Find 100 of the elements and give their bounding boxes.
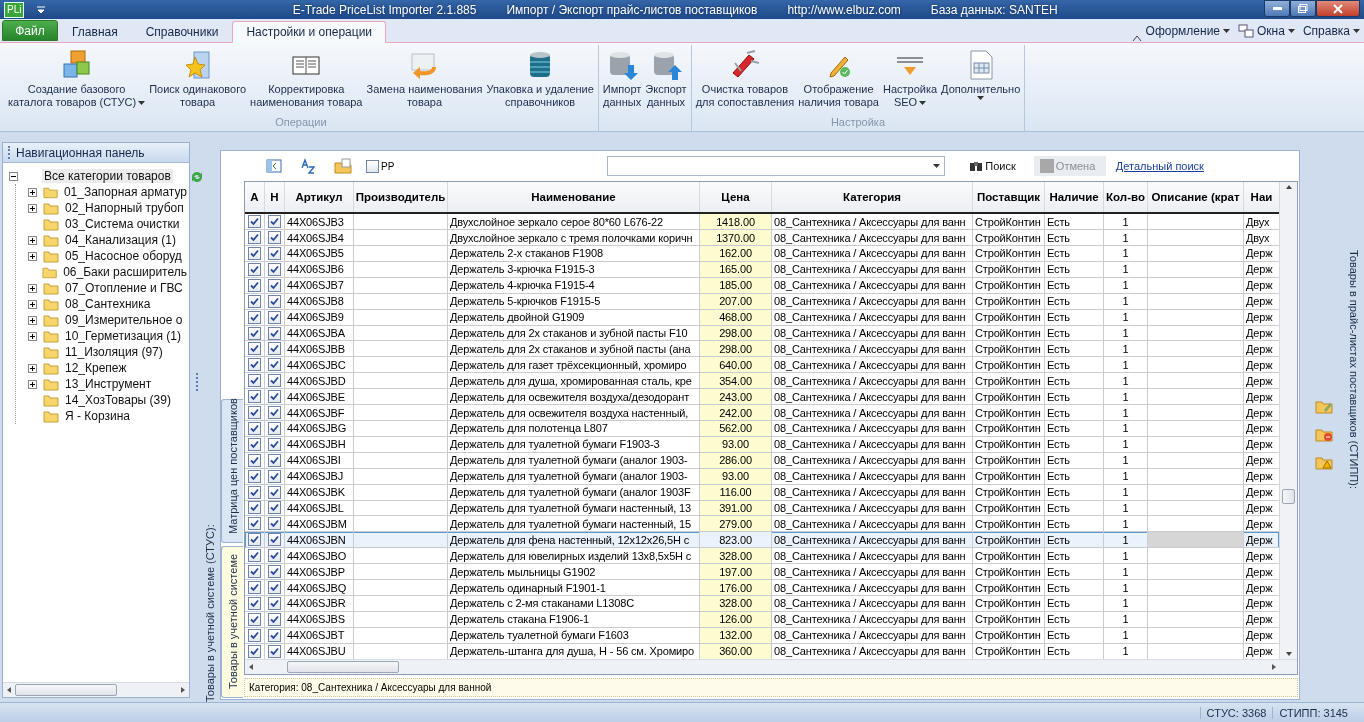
checkbox[interactable]	[248, 421, 261, 435]
minimize-button[interactable]	[1264, 0, 1290, 17]
column-header[interactable]: Наименование	[531, 191, 616, 204]
checkbox[interactable]	[248, 215, 261, 229]
tree-item[interactable]: 12_Крепеж	[63, 361, 129, 375]
table-row[interactable]: 44X06SJB5 Держатель 2-х стаканов F1908 162.00 08_Сантехника / Аксессуары для ванн СтройКонтин Есть 1 Держ	[245, 246, 1279, 262]
vertical-scrollbar[interactable]	[1279, 182, 1297, 660]
checkbox[interactable]	[248, 437, 261, 451]
table-row[interactable]: 44X06SJBO Держатель для ювелирных изделий 13х8,5х5Н с 328.00 08_Сантехника / Аксессуары для ванн СтройКонтин Есть 1 Держ	[245, 548, 1279, 565]
checkbox[interactable]	[268, 453, 281, 467]
horizontal-scrollbar[interactable]	[245, 659, 1297, 675]
menu-button[interactable]: Окна	[1234, 21, 1299, 41]
checkbox[interactable]	[248, 342, 261, 356]
ribbon-button[interactable]: Настройка SEO	[880, 45, 940, 116]
ribbon-button[interactable]: Отображение наличия товара	[796, 45, 881, 116]
ribbon-tab[interactable]: Справочники	[131, 21, 233, 43]
column-header[interactable]: Категория	[842, 191, 902, 204]
checkbox[interactable]	[248, 549, 261, 563]
tree-item[interactable]: 09_Измерительное о	[63, 313, 185, 327]
checkbox[interactable]	[248, 358, 261, 372]
checkbox[interactable]	[248, 453, 261, 467]
expand-icon[interactable]	[28, 331, 37, 341]
view-tab[interactable]: Товары в учетной системе	[221, 546, 243, 698]
checkbox[interactable]	[268, 406, 281, 420]
table-row[interactable]: 44X06SJBF Держатель для освежителя воздуха настенный, 242.00 08_Сантехника / Аксессуары для ванн СтройКонтин Есть 1 Держ	[245, 405, 1279, 421]
horizontal-scrollbar[interactable]	[3, 682, 189, 697]
column-header[interactable]: Н	[270, 191, 279, 204]
detailed-search-link[interactable]: Детальный поиск	[1115, 160, 1204, 173]
view-tab[interactable]: Матрица цен поставщиков	[221, 399, 243, 543]
expand-icon[interactable]	[28, 363, 37, 373]
checkbox[interactable]	[248, 612, 261, 626]
collapse-icon[interactable]	[9, 171, 18, 181]
checkbox[interactable]	[248, 278, 261, 292]
splitter-grip-icon[interactable]	[195, 372, 199, 394]
checkbox[interactable]	[268, 215, 281, 229]
checkbox[interactable]	[268, 565, 281, 579]
folder-delete-icon[interactable]	[1315, 426, 1333, 442]
table-row[interactable]: 44X06SJBN Держатель для фена настенный, 12х12х26,5Н с 823.00 08_Сантехника / Аксессуары для ванн СтройКонтин Есть 1 Держ	[245, 532, 1279, 549]
checkbox[interactable]	[268, 501, 281, 515]
checkbox[interactable]	[268, 262, 281, 276]
checkbox[interactable]	[248, 247, 261, 260]
scrollbar-thumb[interactable]	[15, 684, 117, 696]
tree-item[interactable]: 06_Баки расширитель	[61, 265, 189, 279]
expand-icon[interactable]	[28, 187, 37, 197]
checkbox[interactable]	[248, 485, 261, 499]
tree-item[interactable]: 14_ХозТовары (39)	[63, 393, 173, 407]
column-header[interactable]: Кол-во	[1106, 191, 1145, 204]
scrollbar-thumb[interactable]	[1282, 489, 1295, 505]
column-header[interactable]: Цена	[721, 191, 750, 204]
checkbox[interactable]	[248, 390, 261, 404]
checkbox[interactable]	[248, 533, 261, 547]
ribbon-button[interactable]: Дополнительно	[939, 45, 1023, 116]
ribbon-button[interactable]: Замена наименования товара	[364, 45, 485, 116]
checkbox[interactable]	[268, 294, 281, 308]
tree-item[interactable]: 10_Герметизация (1)	[63, 329, 184, 343]
ribbon-button[interactable]: Корректировка наименования товара	[248, 45, 365, 116]
tree-item[interactable]: 11_Изоляция (97)	[63, 345, 165, 359]
expand-icon[interactable]	[28, 235, 37, 245]
tree-item[interactable]: 01_Запорная арматур	[61, 185, 189, 199]
tree-item[interactable]: 03_Система очистки	[63, 217, 182, 231]
menu-button[interactable]: Оформление	[1141, 21, 1235, 41]
checkbox[interactable]	[268, 469, 281, 483]
expand-icon[interactable]	[28, 251, 37, 261]
checkbox[interactable]	[268, 247, 281, 260]
tree-item[interactable]: Я - Корзина	[63, 409, 133, 423]
table-row[interactable]: 44X06SJB4 Двухслойное зеркало с тремя полочками коричн 1370.00 08_Сантехника / Аксессуары для ванн СтройКонтин Есть 1 Двух	[245, 230, 1279, 247]
ribbon-button[interactable]: Экспорт данных	[643, 45, 689, 116]
checkbox[interactable]	[248, 262, 261, 276]
table-row[interactable]: 44X06SJBP Держатель мыльницы G1902 197.00 08_Сантехника / Аксессуары для ванн СтройКонтин Есть 1 Держ	[245, 564, 1279, 581]
checkbox[interactable]	[268, 581, 281, 594]
ribbon-button[interactable]: Создание базового каталога товаров (СТУС)	[6, 45, 148, 116]
checkbox[interactable]	[268, 326, 281, 340]
checkbox[interactable]	[366, 159, 379, 173]
column-header[interactable]: Наличие	[1049, 191, 1099, 204]
tree-item[interactable]: 07_Отопление и ГВС	[63, 281, 185, 295]
checkbox[interactable]	[248, 469, 261, 483]
folder-warning-icon[interactable]	[1315, 454, 1333, 470]
checkbox[interactable]	[268, 231, 281, 245]
checkbox[interactable]	[248, 294, 261, 308]
expand-icon[interactable]	[28, 379, 37, 389]
column-header[interactable]: Описание (крат	[1151, 191, 1240, 204]
checkbox[interactable]	[268, 533, 281, 547]
checkbox[interactable]	[268, 628, 281, 642]
expand-icon[interactable]	[28, 315, 37, 325]
search-button[interactable]: Поиск	[963, 156, 1022, 177]
checkbox[interactable]	[268, 596, 281, 610]
table-row[interactable]: 44X06SJBG Держатель для полотенца L807 562.00 08_Сантехника / Аксессуары для ванн СтройКонтин Есть 1 Держ	[245, 421, 1279, 437]
expand-icon[interactable]	[28, 299, 37, 309]
ribbon-button[interactable]: Очистка товаров для сопоставления	[693, 45, 797, 116]
table-row[interactable]: 44X06SJBB Держатель для 2х стаканов и зубной пасты (ана 298.00 08_Сантехника / Аксессуары для ванн СтройКонтин Есть 1 Держ	[245, 341, 1279, 358]
checkbox[interactable]	[268, 644, 281, 658]
checkbox[interactable]	[248, 581, 261, 594]
tree-item[interactable]: 08_Сантехника	[63, 297, 153, 311]
checkbox[interactable]	[248, 310, 261, 324]
table-row[interactable]: 44X06SJBM Держатель для туалетной бумаги настенный, 15 279.00 08_Сантехника / Аксессуары для ванн СтройКонтин Есть 1 Держ	[245, 516, 1279, 533]
ribbon-tab[interactable]: Главная	[58, 21, 132, 43]
column-header[interactable]: А	[250, 191, 259, 204]
checkbox[interactable]	[248, 644, 261, 658]
checkbox[interactable]	[268, 549, 281, 563]
ribbon-tab[interactable]: Настройки и операции	[232, 21, 387, 43]
